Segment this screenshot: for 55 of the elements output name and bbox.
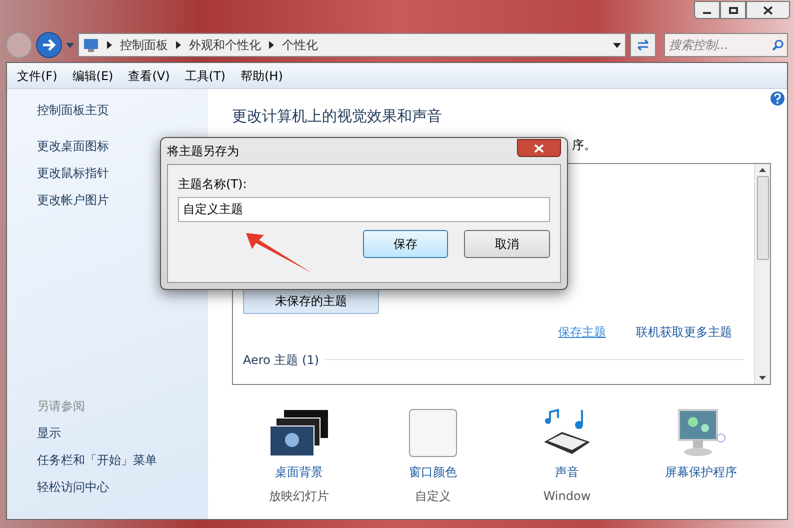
dialog-title: 将主题另存为 xyxy=(167,143,239,160)
setting-link[interactable]: 窗口颜色 xyxy=(409,462,457,480)
field-label: 主题名称(T): xyxy=(178,176,248,193)
setting-link[interactable]: 桌面背景 xyxy=(275,462,323,480)
control-panel-icon xyxy=(83,37,99,53)
picture-stack-icon xyxy=(268,408,330,458)
chevron-icon[interactable] xyxy=(107,41,112,49)
see-also-heading: 另请参阅 xyxy=(37,398,86,415)
menu-item[interactable]: 工具(T) xyxy=(184,66,226,84)
close-icon xyxy=(534,144,544,152)
breadcrumb[interactable]: 个性化 xyxy=(282,36,318,54)
menu-item[interactable]: 查看(V) xyxy=(128,66,170,84)
theme-link[interactable]: 联机获取更多主题 xyxy=(636,322,732,340)
scroll-up-icon[interactable] xyxy=(759,168,766,172)
chevron-icon[interactable] xyxy=(176,41,181,49)
setting-link[interactable]: 屏幕保护程序 xyxy=(665,462,737,480)
scroll-down-icon[interactable] xyxy=(759,376,766,380)
scrollbar[interactable] xyxy=(754,164,770,384)
dialog-button[interactable]: 保存 xyxy=(363,230,448,258)
breadcrumb[interactable]: 控制面板 xyxy=(120,36,168,54)
caret-icon[interactable] xyxy=(613,42,621,48)
menu-item[interactable]: 编辑(E) xyxy=(72,66,114,84)
page-title: 更改计算机上的视觉效果和声音 xyxy=(232,106,443,127)
dialog-button[interactable]: 取消 xyxy=(464,230,550,258)
sidebar-link[interactable]: 轻松访问中心 xyxy=(37,478,178,496)
refresh-icon xyxy=(636,39,650,51)
chevron-icon[interactable] xyxy=(269,41,274,49)
close-button[interactable] xyxy=(517,139,561,157)
setting-value: Window xyxy=(543,488,591,504)
setting-value: 自定义 xyxy=(415,488,451,504)
theme-link[interactable]: 保存主题 xyxy=(558,322,606,340)
sidebar-link[interactable]: 显示 xyxy=(37,424,178,442)
page-description: 序。 xyxy=(572,136,596,154)
close-icon xyxy=(763,6,773,14)
refresh-button[interactable] xyxy=(630,33,656,57)
forward-button[interactable] xyxy=(36,32,62,58)
theme-name-field[interactable]: 自定义主题 xyxy=(178,197,550,222)
help-icon[interactable] xyxy=(770,91,785,106)
theme-group-heading: Aero 主题 (1) xyxy=(243,352,320,368)
minimize-button[interactable] xyxy=(694,1,720,19)
setting-value: 放映幻灯片 xyxy=(269,488,329,504)
color-swatch-icon xyxy=(409,408,457,456)
monitor-bubbles-icon xyxy=(675,408,727,458)
scrollbar-thumb[interactable] xyxy=(756,176,768,260)
arrow-right-icon xyxy=(42,39,56,51)
menu-item[interactable]: 帮助(H) xyxy=(240,66,283,84)
close-button[interactable] xyxy=(746,1,790,19)
maximize-button[interactable] xyxy=(720,1,746,19)
setting-link[interactable]: 声音 xyxy=(555,462,579,480)
menu-item[interactable]: 文件(F) xyxy=(17,66,58,84)
arrow xyxy=(244,231,314,275)
breadcrumb[interactable]: 外观和个性化 xyxy=(189,36,261,54)
sidebar-link[interactable]: 任务栏和「开始」菜单 xyxy=(37,451,178,469)
address-bar[interactable]: 控制面板 外观和个性化 个性化 xyxy=(78,33,626,57)
sidebar-link[interactable]: 控制面板主页 xyxy=(37,101,178,119)
